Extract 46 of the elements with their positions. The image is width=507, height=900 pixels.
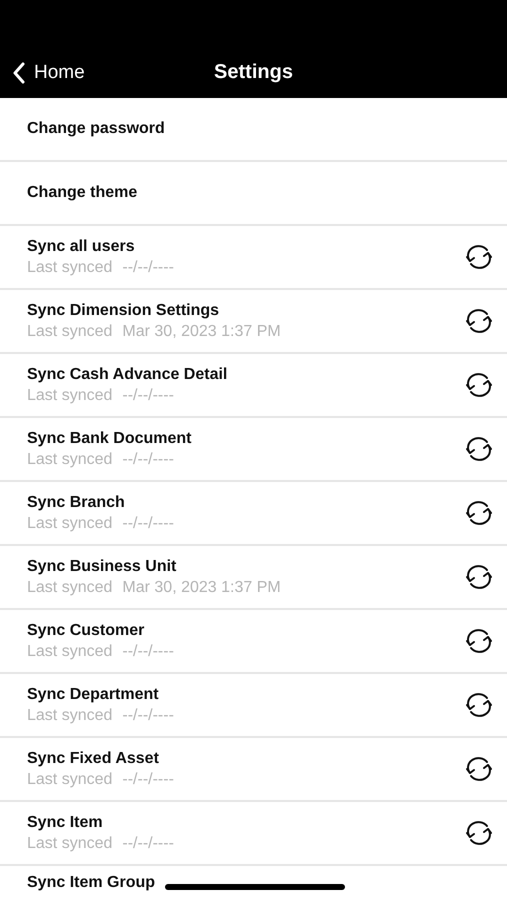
last-synced-date: --/--/---- <box>122 834 174 854</box>
last-synced-date: Mar 30, 2023 1:37 PM <box>122 322 281 342</box>
sync-icon[interactable] <box>465 756 493 782</box>
last-synced-label: Last synced <box>27 450 112 470</box>
sync-icon[interactable] <box>465 628 493 654</box>
last-synced-date: --/--/---- <box>122 642 174 662</box>
last-synced-date: --/--/---- <box>122 514 174 534</box>
screen-title: Settings <box>214 60 293 85</box>
sync-row-title[interactable]: Sync Cash Advance Detail <box>27 364 465 385</box>
back-button[interactable]: Home <box>12 58 85 87</box>
last-synced-date: --/--/---- <box>122 706 174 726</box>
sync-row-title[interactable]: Sync Item <box>27 812 465 833</box>
sync-icon[interactable] <box>465 244 493 270</box>
sync-row-title[interactable]: Sync Business Unit <box>27 556 465 577</box>
sync-row-title[interactable]: Sync Bank Document <box>27 428 465 449</box>
sync-icon[interactable] <box>465 692 493 718</box>
sync-row-title[interactable]: Sync Dimension Settings <box>27 300 465 321</box>
sync-row-title[interactable]: Sync Item Group <box>27 872 493 893</box>
last-synced-date: --/--/---- <box>122 258 174 278</box>
sync-row-title[interactable]: Sync Department <box>27 684 465 705</box>
last-synced-date: Mar 30, 2023 1:37 PM <box>122 578 281 598</box>
sync-icon[interactable] <box>465 564 493 590</box>
sync-icon[interactable] <box>465 436 493 462</box>
last-synced-label: Last synced <box>27 642 112 662</box>
last-synced-label: Last synced <box>27 258 112 278</box>
last-synced-label: Last synced <box>27 706 112 726</box>
last-synced-date: --/--/---- <box>122 450 174 470</box>
sync-row-title[interactable]: Sync all users <box>27 236 465 257</box>
last-synced-label: Last synced <box>27 834 112 854</box>
last-synced-label: Last synced <box>27 322 112 342</box>
sync-row-title[interactable]: Sync Fixed Asset <box>27 748 465 769</box>
last-synced-label: Last synced <box>27 578 112 598</box>
settings-row[interactable]: Change theme <box>0 162 507 226</box>
last-synced-date: --/--/---- <box>122 770 174 790</box>
sync-icon[interactable] <box>465 308 493 334</box>
sync-icon[interactable] <box>465 820 493 846</box>
sync-row-title[interactable]: Sync Branch <box>27 492 465 513</box>
last-synced-label: Last synced <box>27 386 112 406</box>
sync-row-title[interactable]: Sync Customer <box>27 620 465 641</box>
sync-icon[interactable] <box>465 372 493 398</box>
last-synced-label: Last synced <box>27 770 112 790</box>
sync-icon[interactable] <box>465 500 493 526</box>
last-synced-label: Last synced <box>27 514 112 534</box>
back-chevron-icon <box>12 62 26 84</box>
last-synced-date: --/--/---- <box>122 386 174 406</box>
settings-row[interactable]: Change password <box>0 98 507 162</box>
